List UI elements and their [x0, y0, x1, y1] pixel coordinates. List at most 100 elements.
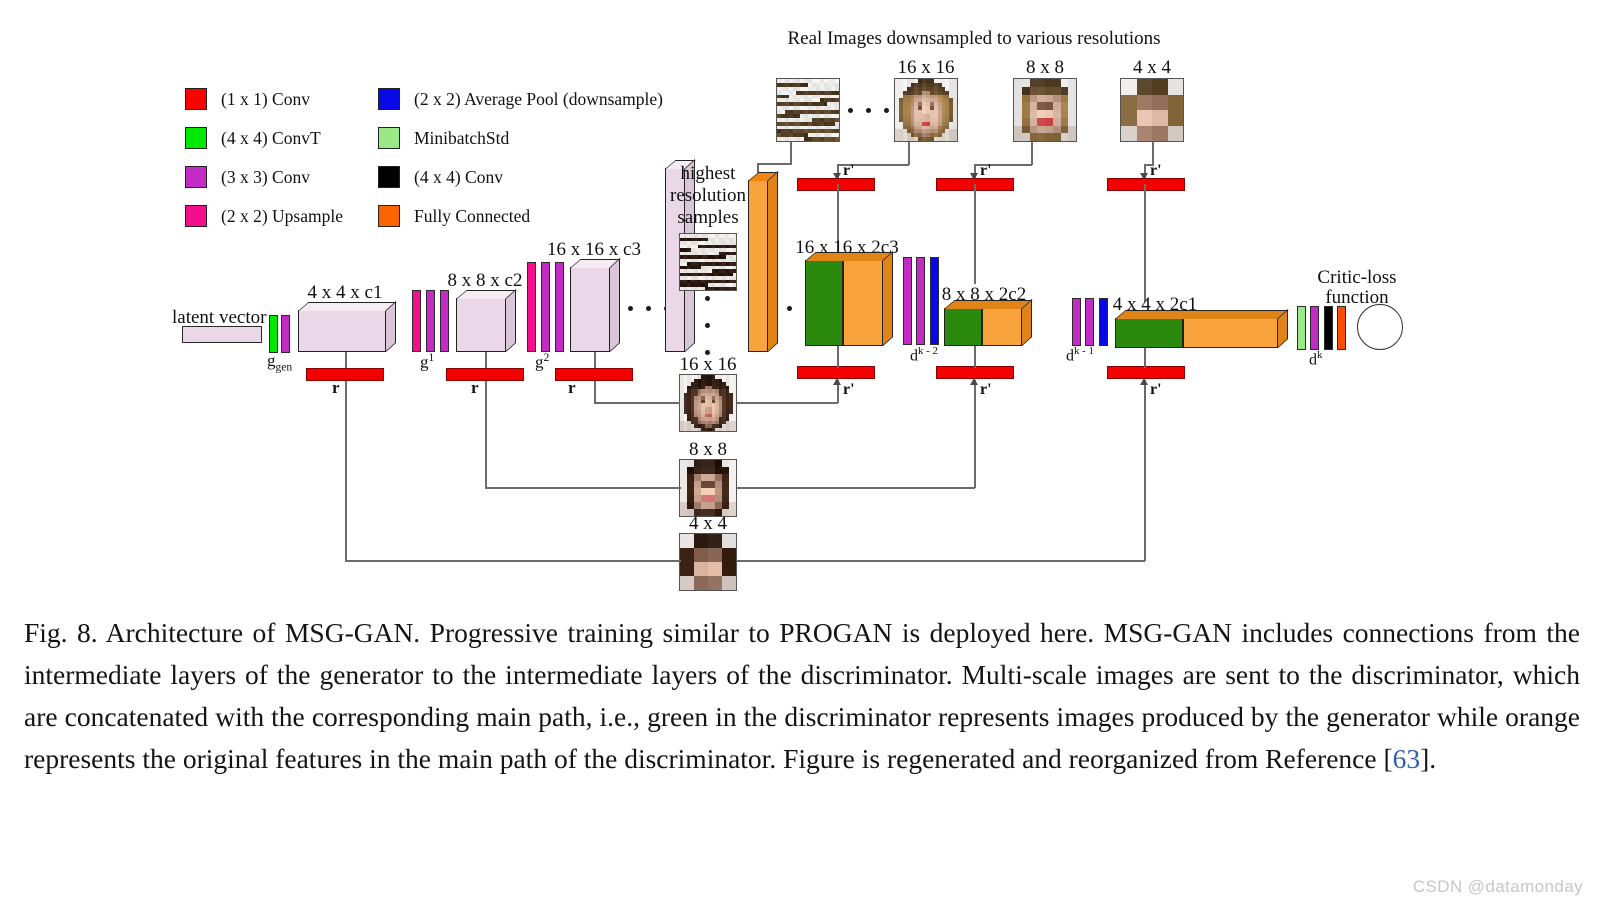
highest-res-line2: resolution	[670, 185, 746, 206]
gen-block2-side	[506, 288, 516, 352]
gen-block-16x16xc3	[570, 257, 622, 352]
avgpool-slab-dk1	[1099, 298, 1108, 346]
legend-item-conv3x3: (3 x 3) Conv	[185, 166, 310, 188]
dk2-sup: k - 2	[918, 345, 938, 357]
generated-image-caption-4: 4 x 4	[689, 513, 727, 534]
conv3x3-slab-dk2-b	[916, 257, 925, 345]
gen-block3-front	[570, 267, 610, 352]
legend-item-avgpool: (2 x 2) Average Pool (downsample)	[378, 88, 663, 110]
link-genblock3-down	[594, 352, 596, 369]
link-r1-down	[345, 381, 347, 561]
figure-page: (1 x 1) Conv (4 x 4) ConvT (3 x 3) Conv …	[0, 0, 1603, 907]
disc-block-4x4x2c1	[1115, 308, 1290, 348]
conv1x1-bar-disc-bottom-1	[797, 366, 875, 379]
edge-label-rprime-bot-2: r'	[980, 381, 992, 398]
link-r2-to-gen8	[485, 487, 681, 489]
conv3x3-slab-g1-a	[426, 290, 435, 352]
legend-item-conv4x4: (4 x 4) Conv	[378, 166, 503, 188]
fully-connected-column	[748, 170, 780, 352]
link-r2-down	[485, 381, 487, 488]
disc-block2-green	[944, 308, 982, 346]
highest-res-line1: highest	[680, 163, 736, 184]
gen-block1-front	[298, 310, 386, 352]
disc-block1-side	[883, 250, 893, 346]
legend-item-upsample: (2 x 2) Upsample	[185, 205, 343, 227]
disc-block3-green	[1115, 318, 1183, 348]
conv4x4-slab-dk	[1324, 306, 1333, 350]
link-gen4-right	[737, 560, 1145, 562]
gen-block3-label: 16 x 16 x c3	[547, 239, 641, 260]
edge-label-r-1: r	[332, 378, 340, 397]
legend-swatch-upsample	[185, 205, 207, 227]
real-image-full-resolution	[776, 78, 840, 142]
caption-text: Fig. 8. Architecture of MSG-GAN. Progres…	[24, 617, 1580, 774]
legend-label-upsample: (2 x 2) Upsample	[221, 205, 343, 226]
legend-swatch-minibatchstd	[378, 127, 400, 149]
dk1-label: dk - 1	[1066, 345, 1094, 365]
gen-block-8x8xc2	[456, 288, 518, 352]
legend-swatch-convt4x4	[185, 127, 207, 149]
real-image-caption-8: 8 x 8	[1026, 57, 1064, 78]
legend-swatch-avgpool	[378, 88, 400, 110]
disc-block2-side	[1022, 298, 1032, 346]
ellipsis-real-images	[848, 108, 889, 113]
disc-block-8x8x2c2	[944, 298, 1034, 346]
legend-label-conv4x4: (4 x 4) Conv	[414, 166, 503, 187]
conv1x1-bar-gen-3	[555, 368, 633, 381]
highest-res-line3: samples	[677, 207, 739, 228]
latent-vector-slab	[182, 326, 262, 343]
legend-swatch-fully-connected	[378, 205, 400, 227]
conv1x1-bar-gen-2	[446, 368, 524, 381]
g1-sup: 1	[428, 351, 435, 364]
link-real-full-down	[790, 142, 792, 164]
dk1-sup: k - 1	[1074, 345, 1094, 357]
disc-block1-top	[805, 252, 894, 261]
generated-image-8x8	[679, 459, 737, 517]
conv3x3-slab-dk1-b	[1085, 298, 1094, 346]
conv3x3-slab-g2-a	[541, 262, 550, 352]
gen-block2-front	[456, 298, 506, 352]
legend-swatch-conv1x1	[185, 88, 207, 110]
link-disc1-bottom	[837, 344, 839, 368]
conv1x1-bar-disc-bottom-3	[1107, 366, 1185, 379]
fc-front	[748, 180, 768, 352]
link-gen8-right	[737, 487, 975, 489]
critic-loss-node	[1357, 304, 1403, 350]
conv1x1-bar-disc-top-3	[1107, 178, 1185, 191]
generated-image-caption-16: 16 x 16	[679, 354, 737, 375]
real-image-8x8	[1013, 78, 1077, 142]
disc-block2-orange	[982, 308, 1022, 346]
msg-gan-architecture-diagram: (1 x 1) Conv (4 x 4) ConvT (3 x 3) Conv …	[0, 0, 1603, 605]
disc-block3-side	[1278, 308, 1288, 348]
dk-letter: d	[1309, 351, 1317, 369]
ggen-sub: gen	[275, 360, 293, 374]
conv3x3-slab-g1-b	[440, 290, 449, 352]
conv3x3-slab-dk1-a	[1072, 298, 1081, 346]
dk2-letter: d	[910, 347, 918, 365]
watermark: CSDN @datamonday	[1412, 877, 1583, 896]
g2-sup: 2	[543, 351, 550, 364]
conv3x3-slab-ggen	[281, 315, 290, 353]
legend-label-fully-connected: Fully Connected	[414, 205, 531, 226]
g1-label: g1	[420, 351, 435, 372]
caption-reference-link[interactable]: 63	[1393, 743, 1421, 774]
legend-label-conv3x3: (3 x 3) Conv	[221, 166, 310, 187]
real-images-title: Real Images downsampled to various resol…	[787, 28, 1161, 49]
generated-image-caption-8: 8 x 8	[689, 439, 727, 460]
fully-connected-slab-dk	[1337, 306, 1346, 350]
dk-label: dk	[1309, 349, 1322, 369]
link-rprime3-into-block	[1144, 184, 1146, 302]
generated-image-highest-resolution	[679, 233, 737, 291]
conv3x3-slab-dk	[1310, 306, 1319, 350]
arrow-gen16-up	[832, 378, 841, 385]
convt4x4-slab-ggen	[269, 315, 278, 353]
link-r3-down	[594, 381, 596, 404]
generated-image-4x4	[679, 533, 737, 591]
disc-block3-orange	[1183, 318, 1278, 348]
ellipsis-generator	[628, 306, 669, 311]
latent-vector-label: latent vector	[172, 307, 267, 328]
link-r3-to-gen16	[594, 402, 680, 404]
link-r1-to-gen4	[345, 560, 681, 562]
real-image-caption-16: 16 x 16	[897, 57, 955, 78]
dk1-letter: d	[1066, 347, 1074, 365]
